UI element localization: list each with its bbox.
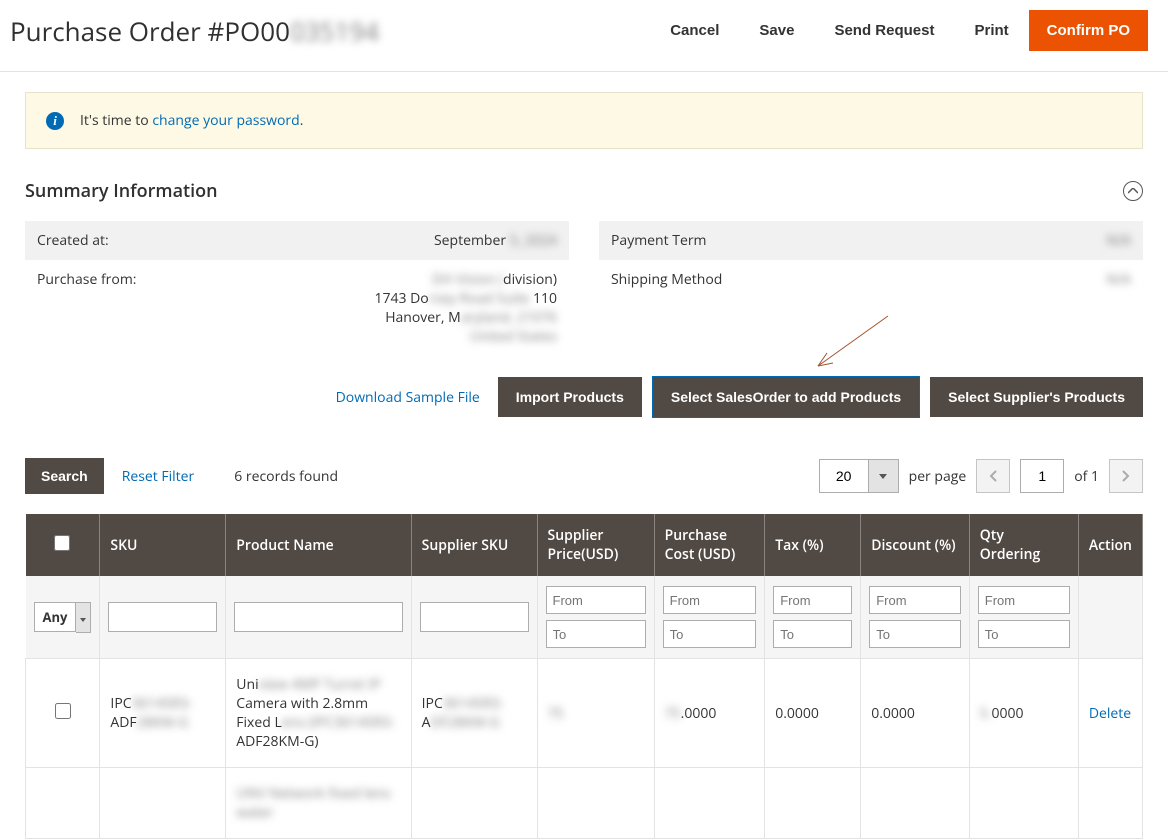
change-password-link[interactable]: change your password xyxy=(152,111,299,130)
search-button[interactable]: Search xyxy=(25,458,104,494)
sku-cell: IPC3614SR3- ADF28KM-G xyxy=(100,659,226,768)
import-products-button[interactable]: Import Products xyxy=(498,377,642,417)
product-name-filter[interactable] xyxy=(234,602,402,632)
product-name-header[interactable]: Product Name xyxy=(226,514,411,576)
supplier-sku-header[interactable]: Supplier SKU xyxy=(411,514,537,576)
purchase-cost-to[interactable] xyxy=(663,620,757,648)
print-button[interactable]: Print xyxy=(954,10,1028,51)
discount-header[interactable]: Discount (%) xyxy=(861,514,970,576)
purchase-from-label: Purchase from: xyxy=(37,270,374,346)
per-page-label: per page xyxy=(909,467,967,486)
notice-text: It's time to change your password. xyxy=(80,111,303,130)
password-notice: i It's time to change your password. xyxy=(25,92,1143,149)
save-button[interactable]: Save xyxy=(739,10,814,51)
supplier-sku-cell: IPC3614SR3- ADF28KM-G xyxy=(411,659,537,768)
prev-page-button[interactable] xyxy=(976,459,1010,493)
send-request-button[interactable]: Send Request xyxy=(814,10,954,51)
records-found: 6 records found xyxy=(234,467,338,486)
info-icon: i xyxy=(46,112,64,130)
summary-title: Summary Information xyxy=(25,179,218,203)
purchase-from-value: DH Vision (division) 1743 Dorsey Road Su… xyxy=(374,270,557,346)
table-row: IPC3614SR3- ADF28KM-G Uniview 4MP Turret… xyxy=(26,659,1143,768)
qty-from[interactable] xyxy=(978,586,1070,614)
confirm-po-button[interactable]: Confirm PO xyxy=(1029,10,1148,51)
tax-cell: 0.0000 xyxy=(765,659,861,768)
page-input[interactable] xyxy=(1020,459,1064,493)
products-table: SKU Product Name Supplier SKU Supplier P… xyxy=(25,514,1143,839)
created-at-value: September 5, 2024 xyxy=(434,231,557,250)
row-checkbox[interactable] xyxy=(55,703,71,719)
tax-to[interactable] xyxy=(773,620,852,648)
qty-cell: 5.0000 xyxy=(969,659,1078,768)
of-label: of 1 xyxy=(1074,467,1099,486)
select-all-checkbox[interactable] xyxy=(54,535,70,551)
any-select[interactable]: Any xyxy=(34,602,92,633)
select-salesorder-button[interactable]: Select SalesOrder to add Products xyxy=(652,376,920,418)
qty-header[interactable]: Qty Ordering xyxy=(969,514,1078,576)
product-name-cell: Uniview 4MP Turret IP Camera with 2.8mm … xyxy=(226,659,411,768)
qty-to[interactable] xyxy=(978,620,1070,648)
shipping-method-label: Shipping Method xyxy=(611,270,1106,289)
action-header: Action xyxy=(1078,514,1142,576)
reset-filter-link[interactable]: Reset Filter xyxy=(122,467,195,486)
header-actions: Cancel Save Send Request Print Confirm P… xyxy=(650,10,1148,51)
delete-link[interactable]: Delete xyxy=(1089,704,1131,723)
supplier-price-from[interactable] xyxy=(546,586,646,614)
discount-from[interactable] xyxy=(869,586,961,614)
select-all-header xyxy=(26,514,100,576)
discount-to[interactable] xyxy=(869,620,961,648)
product-name-cell: UNV Network fixed lens water xyxy=(226,768,411,839)
collapse-icon[interactable] xyxy=(1123,181,1143,201)
supplier-sku-filter[interactable] xyxy=(420,602,529,632)
payment-term-label: Payment Term xyxy=(611,231,1106,250)
payment-term-value: N/A xyxy=(1106,231,1131,250)
per-page-caret-icon[interactable] xyxy=(869,459,899,493)
cancel-button[interactable]: Cancel xyxy=(650,10,739,51)
supplier-price-cell: 75 xyxy=(537,659,654,768)
table-row: UNV Network fixed lens water xyxy=(26,768,1143,839)
page-title: Purchase Order #PO00035194 xyxy=(10,13,650,49)
discount-cell: 0.0000 xyxy=(861,659,970,768)
select-supplier-products-button[interactable]: Select Supplier's Products xyxy=(930,377,1143,417)
purchase-cost-header[interactable]: Purchase Cost (USD) xyxy=(654,514,765,576)
tax-from[interactable] xyxy=(773,586,852,614)
next-page-button[interactable] xyxy=(1109,459,1143,493)
shipping-method-value: N/A xyxy=(1106,270,1131,289)
download-sample-link[interactable]: Download Sample File xyxy=(336,388,480,407)
purchase-cost-cell: 75.0000 xyxy=(654,659,765,768)
per-page-input[interactable] xyxy=(819,459,869,493)
supplier-price-to[interactable] xyxy=(546,620,646,648)
sku-filter[interactable] xyxy=(108,602,217,632)
purchase-cost-from[interactable] xyxy=(663,586,757,614)
tax-header[interactable]: Tax (%) xyxy=(765,514,861,576)
sku-header[interactable]: SKU xyxy=(100,514,226,576)
created-at-label: Created at: xyxy=(37,231,434,250)
supplier-price-header[interactable]: Supplier Price(USD) xyxy=(537,514,654,576)
